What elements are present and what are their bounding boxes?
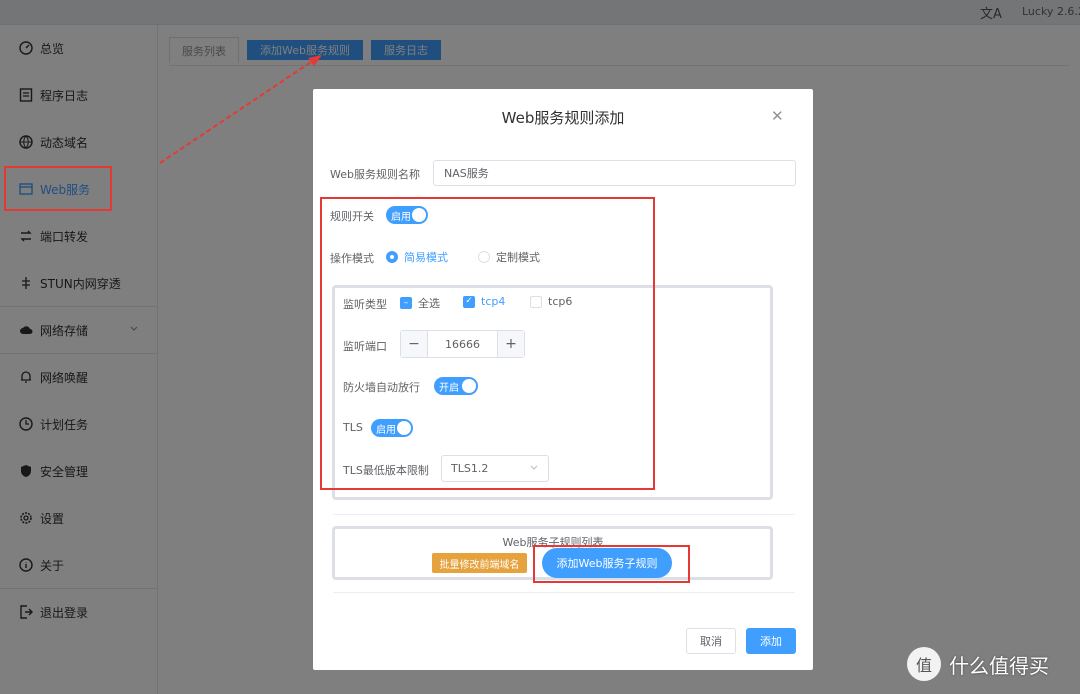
- divider: [333, 514, 795, 515]
- rule-name-input[interactable]: NAS服务: [433, 160, 796, 186]
- rule-name-label: Web服务规则名称: [330, 168, 420, 181]
- add-button[interactable]: 添加: [746, 628, 796, 654]
- batch-edit-button[interactable]: 批量修改前端域名: [432, 553, 527, 573]
- watermark-text: 什么值得买: [949, 653, 1049, 678]
- dialog-title: Web服务规则添加: [501, 109, 625, 127]
- highlight-box: [533, 545, 690, 583]
- highlight-box: [4, 166, 112, 211]
- watermark: 值 什么值得买: [907, 647, 1049, 681]
- close-icon[interactable]: ✕: [771, 107, 784, 125]
- watermark-logo-icon: 值: [907, 647, 941, 681]
- divider: [333, 592, 795, 593]
- cancel-button[interactable]: 取消: [686, 628, 736, 654]
- highlight-box: [320, 197, 655, 490]
